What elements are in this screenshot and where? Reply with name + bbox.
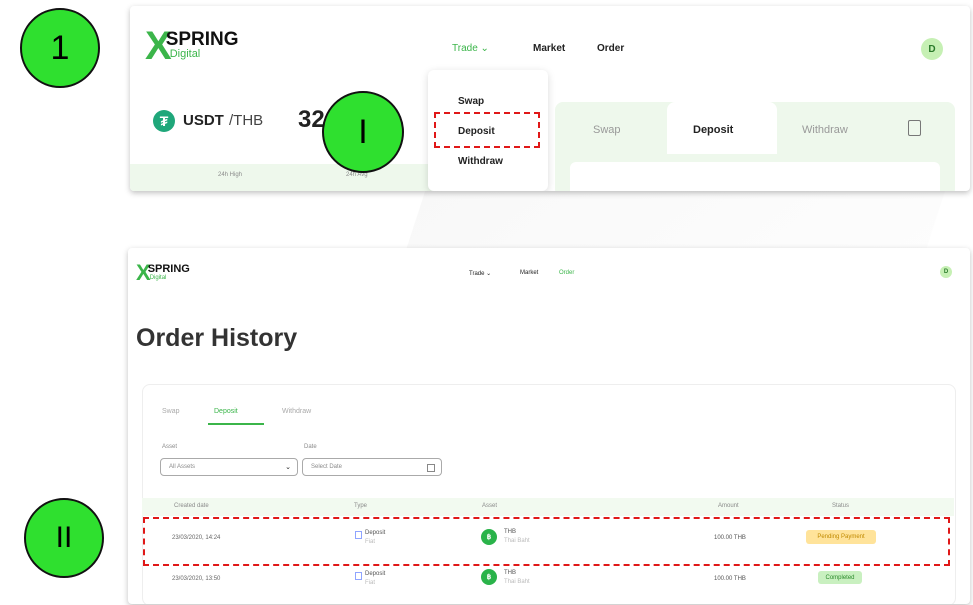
stats-bar [130,164,440,191]
tab-deposit[interactable]: Deposit [693,124,733,136]
row-type-sub: Fiat [365,580,376,586]
step-i-marker: I [322,91,404,173]
date-filter-input[interactable]: Select Date [302,458,442,476]
step-i-label: I [358,112,368,151]
row-asset-sub: Thai Baht [504,579,530,585]
pair-price: 32 [298,106,325,133]
dropdown-withdraw[interactable]: Withdraw [458,156,503,167]
step-ii-marker: II [24,498,104,578]
bottom-logo: X SPRING Digital [136,262,190,284]
tab-withdraw[interactable]: Withdraw [802,124,848,136]
nav-trade[interactable]: Trade ⌄ [452,43,489,54]
nav-market[interactable]: Market [533,43,565,54]
step-1-marker: 1 [20,8,100,88]
user-avatar[interactable]: D [921,38,943,60]
row-date: 23/03/2020, 13:50 [172,576,221,582]
top-screenshot: X SPRING Digital Trade ⌄ Market Order D … [130,6,970,191]
logo-spring-text: SPRING [147,263,190,275]
nav-trade[interactable]: Trade ⌄ [469,270,491,277]
date-filter-label: Date [304,444,317,450]
nav-order[interactable]: Order [597,43,624,54]
swap-deposit-withdraw-card: Swap Deposit Withdraw [555,102,955,191]
thb-coin-icon: ฿ [481,569,497,585]
status-badge: Completed [818,571,862,584]
usdt-icon: ₮ [153,110,175,132]
pending-row-highlight-box [143,517,950,566]
calendar-icon [427,464,435,472]
document-icon[interactable] [908,120,921,136]
avatar-initial: D [928,43,936,55]
history-tab-underline [208,423,264,425]
step-ii-label: II [55,521,73,554]
pair-base: USDT [183,112,224,129]
nav-order[interactable]: Order [559,270,574,276]
col-status: Status [832,503,850,509]
stat-24h-high: 24h High [218,172,243,178]
logo-spring-text: SPRING [165,29,239,50]
col-type: Type [354,503,368,509]
history-tab-deposit[interactable]: Deposit [214,408,238,415]
dropdown-swap[interactable]: Swap [458,96,484,107]
step-1-label: 1 [50,28,70,67]
row-type: Deposit [365,571,386,577]
card-body [570,162,940,191]
table-row[interactable]: 23/03/2020, 13:50 Deposit Fiat ฿ THB Tha… [142,564,954,600]
tab-swap[interactable]: Swap [593,124,621,136]
pair-quote: /THB [229,112,264,129]
col-amount: Amount [718,503,739,509]
history-tab-withdraw[interactable]: Withdraw [282,408,311,415]
asset-filter-label: Asset [162,444,178,450]
col-created-date: Created date [174,503,209,509]
top-logo: X SPRING Digital [145,26,239,66]
nav-market[interactable]: Market [520,270,538,276]
row-asset: THB [504,570,516,576]
logo-digital-text: Digital [169,48,201,60]
asset-filter-select[interactable]: All Assets ⌄ [160,458,298,476]
user-avatar[interactable]: D [940,266,952,278]
deposit-highlight-box [434,112,540,148]
avatar-initial: D [943,269,949,275]
col-asset: Asset [482,503,498,509]
history-tab-swap[interactable]: Swap [162,408,180,415]
deposit-type-icon [355,572,362,580]
chevron-down-icon: ⌄ [285,464,291,471]
logo-digital-text: Digital [149,275,167,281]
page-title: Order History [136,324,298,352]
row-amount: 100.00 THB [714,576,746,582]
